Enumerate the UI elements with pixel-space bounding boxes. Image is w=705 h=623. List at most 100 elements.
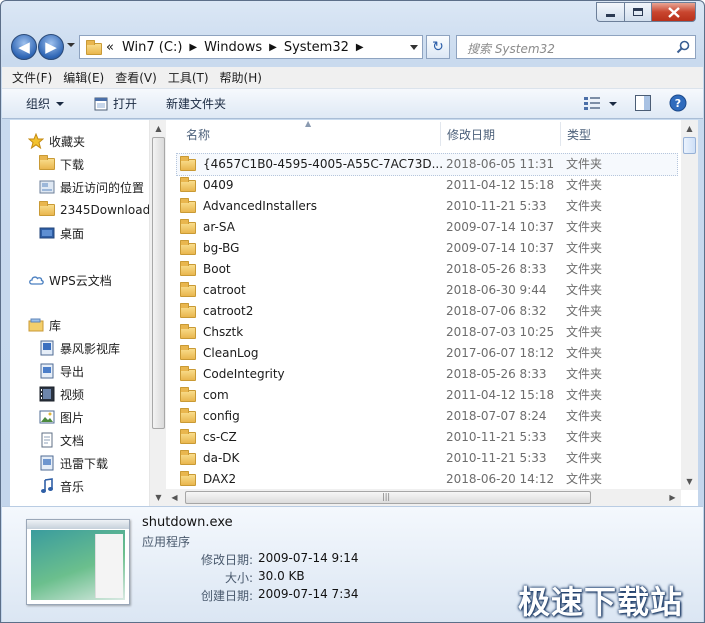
back-button[interactable]: ◀ (11, 34, 37, 60)
scroll-down-icon[interactable]: ▼ (681, 473, 698, 490)
refresh-button[interactable]: ↻ (426, 35, 450, 59)
breadcrumb-system32[interactable]: System32 (284, 40, 349, 55)
file-row[interactable]: AdvancedInstallers 2010-11-21 5:33 文件夹 (180, 195, 602, 216)
nav-xunlei-downloads[interactable]: 迅雷下载 (39, 453, 108, 473)
file-row[interactable]: bg-BG 2009-07-14 10:37 文件夹 (180, 237, 602, 258)
nav-pictures[interactable]: 图片 (39, 407, 84, 427)
explorer-window: ◀ ▶ « Win7 (C:) ▶ Windows ▶ System32 ▶ ↻… (0, 0, 705, 623)
search-box[interactable]: 搜索 System32 (456, 35, 696, 59)
file-date: 2018-07-07 8:24 (446, 408, 547, 423)
breadcrumb-separator-icon[interactable]: ▶ (269, 42, 277, 53)
view-options-icon[interactable] (584, 96, 600, 110)
file-row[interactable]: 0409 2011-04-12 15:18 文件夹 (180, 174, 602, 195)
breadcrumb-windows[interactable]: Windows (204, 40, 262, 55)
nav-baofeng-library[interactable]: 暴风影视库 (39, 338, 120, 358)
nav-export[interactable]: 导出 (39, 361, 84, 381)
nav-documents[interactable]: 文档 (39, 430, 84, 450)
file-type: 文件夹 (566, 241, 603, 255)
file-list-vertical-scrollbar[interactable]: ▲ ▼ (681, 120, 698, 490)
breadcrumb-separator-icon[interactable]: ▶ (356, 42, 364, 53)
breadcrumb-separator-icon[interactable]: ▶ (189, 42, 197, 53)
file-name: {4657C1B0-4595-4005-A55C-7AC73D... (203, 156, 443, 171)
file-row[interactable]: da-DK 2010-11-21 5:33 文件夹 (180, 447, 602, 468)
nav-desktop[interactable]: 桌面 (39, 223, 84, 243)
file-row[interactable]: {4657C1B0-4595-4005-A55C-7AC73D... 2018-0… (176, 153, 678, 176)
file-type: 文件夹 (566, 346, 603, 360)
file-date: 2011-04-12 15:18 (446, 387, 555, 402)
preview-pane-icon[interactable] (635, 95, 651, 111)
folder-icon (180, 428, 196, 444)
folder-icon (180, 239, 196, 255)
modified-label-text: 修改日期: (200, 553, 253, 567)
folder-icon (180, 365, 196, 381)
forward-button[interactable]: ▶ (38, 34, 64, 60)
scroll-down-icon[interactable]: ▼ (150, 489, 167, 506)
file-row[interactable]: Boot 2018-05-26 8:33 文件夹 (180, 258, 602, 279)
scrollbar-thumb[interactable] (683, 137, 696, 154)
nav-music[interactable]: 音乐 (39, 476, 84, 496)
menu-edit[interactable]: 编辑(E) (63, 69, 104, 86)
help-icon[interactable]: ? (669, 94, 687, 112)
nav-libraries[interactable]: 库 (28, 315, 61, 335)
scrollbar-thumb[interactable]: ||| (185, 491, 591, 504)
address-bar[interactable]: « Win7 (C:) ▶ Windows ▶ System32 ▶ (79, 35, 423, 59)
nav-2345downloads[interactable]: 2345Downloads (39, 200, 156, 220)
nav-favorites-label: 收藏夹 (49, 134, 86, 149)
column-name[interactable]: 名称 (186, 126, 210, 143)
minimize-button[interactable] (596, 2, 624, 22)
file-row[interactable]: config 2018-07-07 8:24 文件夹 (180, 405, 602, 426)
folder-icon (180, 449, 196, 465)
close-button[interactable] (651, 2, 696, 22)
nav-recent-places[interactable]: 最近访问的位置 (39, 177, 144, 197)
detail-filename: shutdown.exe (142, 515, 233, 530)
search-input[interactable]: 搜索 System32 (467, 40, 555, 57)
file-list: ▲ 名称 修改日期 类型 {4657C1B0-4595-4005-A55C-7A… (166, 120, 698, 506)
column-date[interactable]: 修改日期 (447, 126, 495, 143)
file-row[interactable]: DAX2 2018-06-20 14:12 文件夹 (180, 468, 602, 489)
file-row[interactable]: ar-SA 2009-07-14 10:37 文件夹 (180, 216, 602, 237)
new-folder-button[interactable]: 新建文件夹 (166, 95, 226, 112)
file-row[interactable]: catroot2 2018-07-06 8:32 文件夹 (180, 300, 602, 321)
file-name: catroot (203, 282, 246, 297)
column-divider[interactable] (440, 122, 441, 146)
library-icon (28, 318, 44, 332)
breadcrumb-overflow[interactable]: « (106, 40, 114, 55)
menu-help[interactable]: 帮助(H) (220, 69, 262, 86)
navigation-pane-scrollbar[interactable]: ▲ ▼ (149, 120, 166, 506)
nav-downloads[interactable]: 下载 (39, 154, 84, 174)
detail-size-value: 30.0 KB (258, 569, 305, 583)
column-divider[interactable] (560, 122, 561, 146)
nav-videos[interactable]: 视频 (39, 384, 84, 404)
file-list-horizontal-scrollbar[interactable]: ◀ ||| ▶ (166, 489, 681, 506)
file-row[interactable]: CodeIntegrity 2018-05-26 8:33 文件夹 (180, 363, 602, 384)
open-button[interactable]: 打开 (94, 95, 137, 112)
menu-file[interactable]: 文件(F) (12, 69, 52, 86)
view-dropdown-icon[interactable] (609, 101, 617, 106)
file-row[interactable]: com 2011-04-12 15:18 文件夹 (180, 384, 602, 405)
scrollbar-thumb[interactable] (152, 137, 165, 429)
file-row[interactable]: Chsztk 2018-07-03 10:25 文件夹 (180, 321, 602, 342)
downloads-folder-icon (39, 155, 55, 172)
address-dropdown-icon[interactable] (410, 45, 418, 50)
file-type: 文件夹 (566, 157, 603, 171)
nav-favorites[interactable]: 收藏夹 (28, 131, 85, 151)
recent-pages-dropdown[interactable] (67, 43, 75, 47)
file-row[interactable]: cs-CZ 2010-11-21 5:33 文件夹 (180, 426, 602, 447)
organize-button[interactable]: 组织 (26, 95, 65, 112)
file-name: config (203, 408, 240, 423)
scroll-up-icon[interactable]: ▲ (681, 120, 698, 137)
breadcrumb-drive[interactable]: Win7 (C:) (122, 40, 182, 55)
column-type[interactable]: 类型 (567, 126, 591, 143)
file-name: bg-BG (203, 240, 240, 255)
menu-tools[interactable]: 工具(T) (168, 69, 209, 86)
scroll-left-icon[interactable]: ◀ (166, 489, 183, 506)
maximize-button[interactable] (624, 2, 651, 22)
file-row[interactable]: catroot 2018-06-30 9:44 文件夹 (180, 279, 602, 300)
toolbar-right: ? (584, 94, 687, 112)
menu-view[interactable]: 查看(V) (115, 69, 157, 86)
nav-wps-cloud[interactable]: WPS云文档 (28, 270, 112, 290)
download-library-icon (40, 455, 54, 471)
file-row[interactable]: CleanLog 2017-06-07 18:12 文件夹 (180, 342, 602, 363)
scroll-right-icon[interactable]: ▶ (664, 489, 681, 506)
scroll-up-icon[interactable]: ▲ (150, 120, 167, 137)
